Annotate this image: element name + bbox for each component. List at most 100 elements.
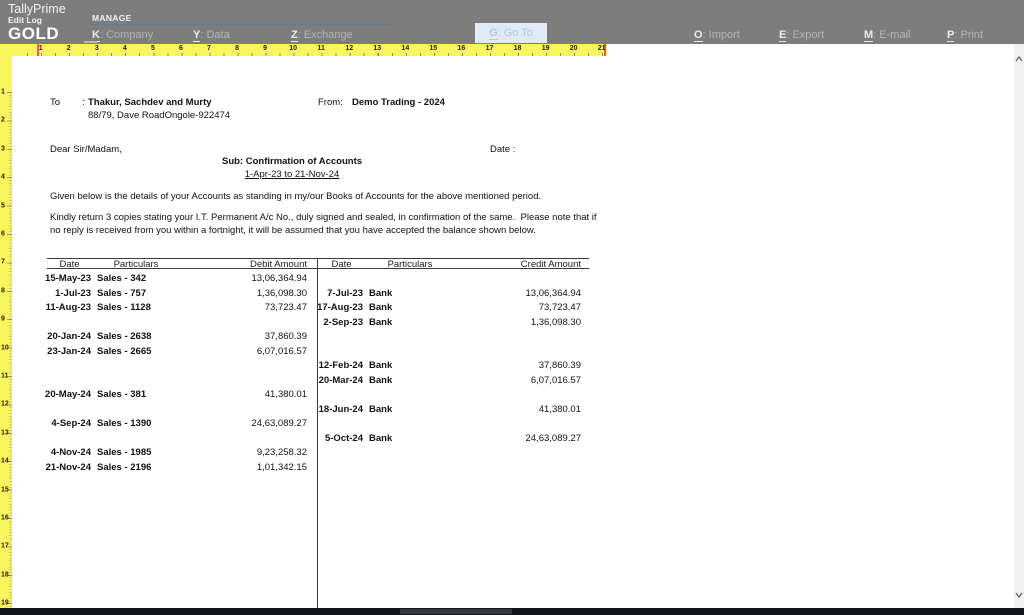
menu-item-export[interactable]: E: Export: [779, 29, 824, 41]
vruler-number: 7: [1, 259, 5, 266]
cell-lp: Sales - 1985: [97, 446, 151, 461]
cell-rp: Bank: [369, 403, 392, 418]
menu-item-label: : Exchange: [298, 29, 353, 41]
table-row: 18-Jun-24Bank41,380.01: [12, 403, 1014, 418]
table-row: 15-May-23Sales - 34213,06,364.94: [12, 272, 1014, 287]
table-row: 23-Jan-24Sales - 26656,07,016.57: [12, 345, 1014, 360]
vruler-number: 18: [1, 571, 9, 578]
cell-ra: 37,860.39: [469, 359, 581, 374]
cell-rd: 20-Mar-24: [308, 374, 363, 389]
col-header-particulars-left: Particulars: [76, 259, 196, 270]
recipient-name: Thakur, Sachdev and Murty: [88, 97, 212, 108]
hruler-number: 8: [235, 45, 239, 52]
menu-title: MANAGE: [92, 13, 132, 23]
hruler-number: 4: [123, 45, 127, 52]
tallyprime-window: TallyPrime Edit Log GOLD MANAGE K: Compa…: [0, 0, 1024, 615]
vruler-number: 4: [1, 174, 5, 181]
salutation: Dear Sir/Madam,: [50, 144, 122, 155]
license-badge: GOLD: [8, 24, 59, 44]
goto-label: : Go To: [498, 27, 533, 39]
vruler-number: 9: [1, 316, 5, 323]
hruler-number: 13: [373, 45, 381, 52]
cell-lp: Sales - 1128: [97, 301, 151, 316]
shortcut-key: M: [864, 29, 873, 42]
shortcut-key: O: [694, 29, 703, 42]
cell-la: 41,380.01: [195, 388, 307, 403]
cell-ra: 73,723.47: [469, 301, 581, 316]
table-row: 11-Aug-23Sales - 112873,723.4717-Aug-23B…: [12, 301, 1014, 316]
scroll-down-icon[interactable]: [1014, 588, 1024, 602]
menu-item-company[interactable]: K: Company: [92, 29, 153, 41]
cell-lp: Sales - 2196: [97, 461, 151, 476]
hruler-number: 11: [317, 45, 324, 52]
menu-item-label: : Print: [954, 29, 983, 41]
cell-rp: Bank: [369, 359, 392, 374]
cell-la: 37,860.39: [195, 330, 307, 345]
menu-item-import[interactable]: O: Import: [694, 29, 740, 41]
table-row: 20-Mar-24Bank6,07,016.57: [12, 374, 1014, 389]
menu-item-data[interactable]: Y: Data: [193, 29, 230, 41]
table-row: 4-Sep-24Sales - 139024,63,089.27: [12, 417, 1014, 432]
menu-item-label: : Company: [100, 29, 153, 41]
hruler-number: 14: [401, 45, 409, 52]
menu-item-exchange[interactable]: Z: Exchange: [291, 29, 353, 41]
brand-logo: TallyPrime: [8, 2, 66, 16]
menu-item-email[interactable]: M: E-mail: [864, 29, 910, 41]
vruler-number: 8: [1, 287, 5, 294]
cell-rd: 18-Jun-24: [308, 403, 363, 418]
cell-rp: Bank: [369, 316, 392, 331]
splitter-handle[interactable]: [84, 41, 97, 43]
cell-rd: 5-Oct-24: [308, 432, 363, 447]
table-row: 12-Feb-24Bank37,860.39: [12, 359, 1014, 374]
vertical-scrollbar[interactable]: [1014, 44, 1024, 608]
cell-ld: 1-Jul-23: [36, 287, 91, 302]
hruler-number: 6: [179, 45, 183, 52]
cell-la: 6,07,016.57: [195, 345, 307, 360]
table-row: 4-Nov-24Sales - 19859,23,258.32: [12, 446, 1014, 461]
horizontal-scrollbar[interactable]: [0, 608, 1024, 615]
h-scroll-thumb[interactable]: [400, 609, 512, 614]
cell-lp: Sales - 381: [97, 388, 146, 403]
table-row: 2-Sep-23Bank1,36,098.30: [12, 316, 1014, 331]
cell-lp: Sales - 2638: [97, 330, 151, 345]
recipient-address: 88/79, Dave RoadOngole-922474: [88, 110, 230, 121]
ledger-rows: 15-May-23Sales - 34213,06,364.941-Jul-23…: [12, 272, 1014, 475]
cell-ld: 20-May-24: [36, 388, 91, 403]
cell-ra: 13,06,364.94: [469, 287, 581, 302]
sender-name: Demo Trading - 2024: [352, 97, 445, 108]
shortcut-key: G: [489, 27, 498, 40]
from-label: From:: [318, 97, 343, 108]
menu-item-label: : E-mail: [873, 29, 910, 41]
hruler-number: 19: [542, 45, 550, 52]
report-page: To : Thakur, Sachdev and Murty 88/79, Da…: [12, 56, 1014, 608]
hruler-number: 20: [570, 45, 578, 52]
hruler-number: 5: [151, 45, 155, 52]
cell-ld: 15-May-23: [36, 272, 91, 287]
vruler-number: 2: [1, 117, 5, 124]
to-colon: :: [82, 97, 85, 108]
cell-rd: 7-Jul-23: [308, 287, 363, 302]
cell-ld: 20-Jan-24: [36, 330, 91, 345]
table-row: 5-Oct-24Bank24,63,089.27: [12, 432, 1014, 447]
cell-la: 1,36,098.30: [195, 287, 307, 302]
cell-ld: 11-Aug-23: [36, 301, 91, 316]
to-label: To: [50, 97, 60, 108]
hruler-number: 21: [598, 45, 606, 52]
hruler-number: 17: [486, 45, 494, 52]
vruler-number: 17: [1, 543, 9, 550]
cell-ra: 1,36,098.30: [469, 316, 581, 331]
hruler-number: 1: [39, 45, 43, 52]
subject-line: Sub: Confirmation of Accounts: [12, 156, 572, 167]
hruler-number: 3: [95, 45, 99, 52]
cell-ld: 23-Jan-24: [36, 345, 91, 360]
goto-button[interactable]: G: Go To: [475, 23, 547, 43]
cell-la: 1,01,342.15: [195, 461, 307, 476]
vruler-number: 10: [1, 344, 9, 351]
hruler-number: 7: [207, 45, 211, 52]
col-header-credit: Credit Amount: [469, 259, 581, 270]
scroll-up-icon[interactable]: [1014, 52, 1024, 66]
menu-item-print[interactable]: P: Print: [947, 29, 983, 41]
cell-rp: Bank: [369, 287, 392, 302]
hruler-number: 9: [263, 45, 267, 52]
horizontal-ruler: 123456789101112131415161718192021: [0, 44, 607, 56]
